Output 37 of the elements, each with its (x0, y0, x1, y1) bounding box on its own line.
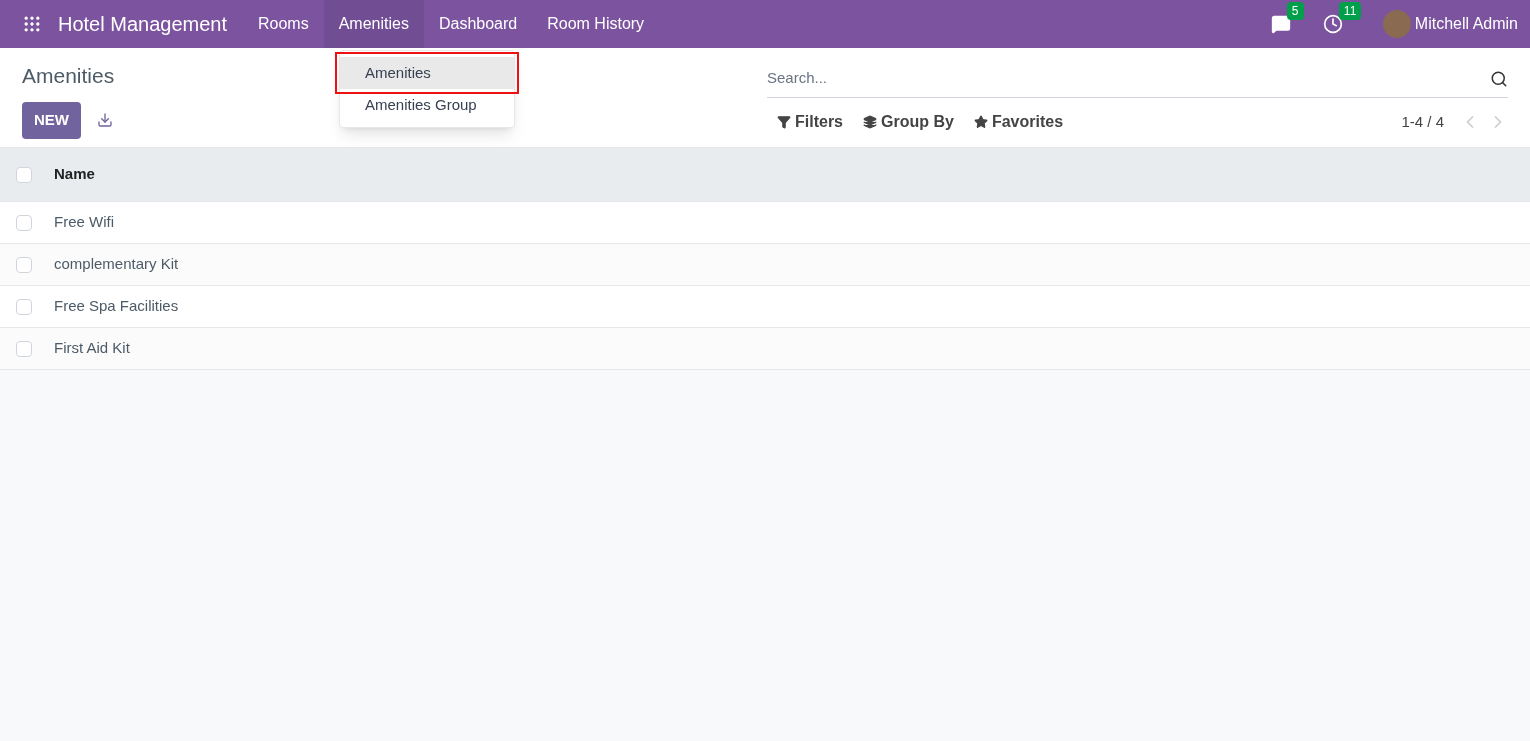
nav-menu-item[interactable]: Room History (532, 0, 660, 48)
checkbox[interactable] (16, 340, 32, 357)
search-field[interactable]: Search... (767, 67, 1490, 90)
checkbox[interactable] (16, 298, 32, 315)
chat-icon[interactable] (1270, 14, 1291, 34)
filter-menu-button[interactable]: Filters (767, 110, 853, 134)
table-row[interactable]: complementary Kit (0, 244, 1530, 286)
apps-menu-icon[interactable] (22, 14, 42, 34)
filter-icon (777, 115, 791, 129)
table-cell-text: First Aid Kit (54, 338, 130, 359)
message-count-badge: 5 (1286, 2, 1304, 20)
nav-menu-item[interactable]: Rooms (243, 0, 324, 48)
clock-icon[interactable] (1322, 14, 1343, 34)
pager-value: 1-4 / 4 (1401, 111, 1444, 132)
user-avatar[interactable] (1382, 10, 1411, 38)
download-icon[interactable] (97, 112, 113, 128)
star-icon (973, 115, 988, 129)
table-cell-text: Free Spa Facilities (54, 296, 179, 317)
table-row[interactable]: First Aid Kit (0, 328, 1530, 370)
user-name[interactable]: Mitchell Admin (1414, 12, 1518, 36)
table-cell-text: complementary Kit (54, 254, 179, 275)
checkbox[interactable] (16, 256, 32, 273)
table-cell-text: Free Wifi (54, 212, 114, 233)
page-title: Amenities (22, 63, 115, 89)
filter-menu-button[interactable]: Group By (853, 110, 964, 134)
nav-menu-item[interactable]: Amenities (323, 0, 424, 48)
app-title[interactable]: Hotel Management (58, 9, 227, 39)
checkbox[interactable] (16, 214, 32, 231)
search-icon[interactable] (1490, 69, 1508, 88)
dropdown-item[interactable]: Amenities Group (340, 89, 514, 121)
activity-count-badge: 11 (1338, 2, 1362, 20)
checkbox[interactable] (16, 166, 32, 183)
nav-menu-item[interactable]: Dashboard (423, 0, 533, 48)
new-button[interactable]: NEW (22, 101, 81, 139)
column-header[interactable]: Name (54, 163, 95, 186)
filter-menu-button[interactable]: Favorites (963, 110, 1074, 134)
layers-icon (863, 115, 877, 129)
